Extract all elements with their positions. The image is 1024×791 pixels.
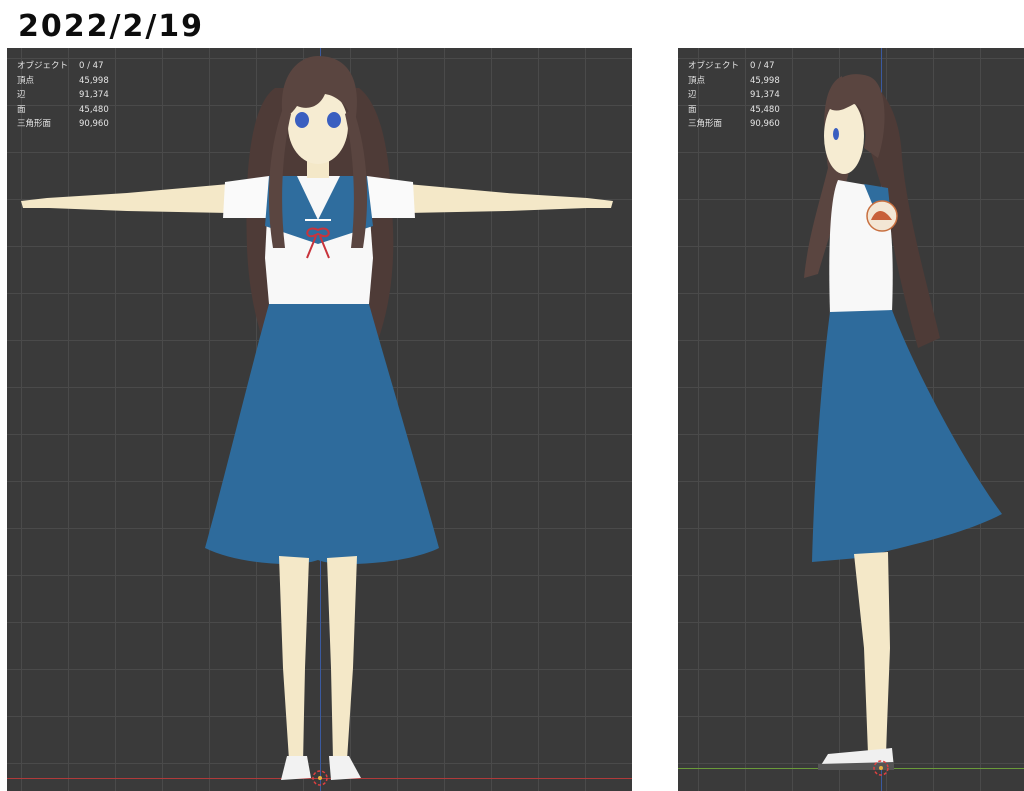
leg xyxy=(854,552,890,754)
right-arm xyxy=(407,184,613,213)
skirt xyxy=(205,304,439,564)
character-model-front[interactable] xyxy=(7,48,632,791)
left-shoe xyxy=(281,756,311,780)
character-model-side[interactable] xyxy=(678,48,1024,791)
3d-cursor-icon xyxy=(312,770,328,786)
face xyxy=(824,98,864,174)
date-title: 2022/2/19 xyxy=(18,9,205,44)
left-sleeve xyxy=(223,176,271,218)
left-eye xyxy=(295,112,309,128)
right-shoe xyxy=(329,756,361,780)
right-leg xyxy=(327,556,357,760)
left-arm xyxy=(21,184,229,213)
front-viewport[interactable]: オブジェクト 0 / 47 頂点 45,998 辺 91,374 面 45,480 三角… xyxy=(7,48,632,791)
side-viewport[interactable]: オブジェクト 0 / 47 頂点 45,998 辺 91,374 面 45,480 三角… xyxy=(678,48,1024,791)
right-eye xyxy=(327,112,341,128)
left-leg xyxy=(279,556,309,760)
right-sleeve xyxy=(367,176,415,218)
skirt xyxy=(812,310,1002,562)
eye xyxy=(833,128,839,140)
